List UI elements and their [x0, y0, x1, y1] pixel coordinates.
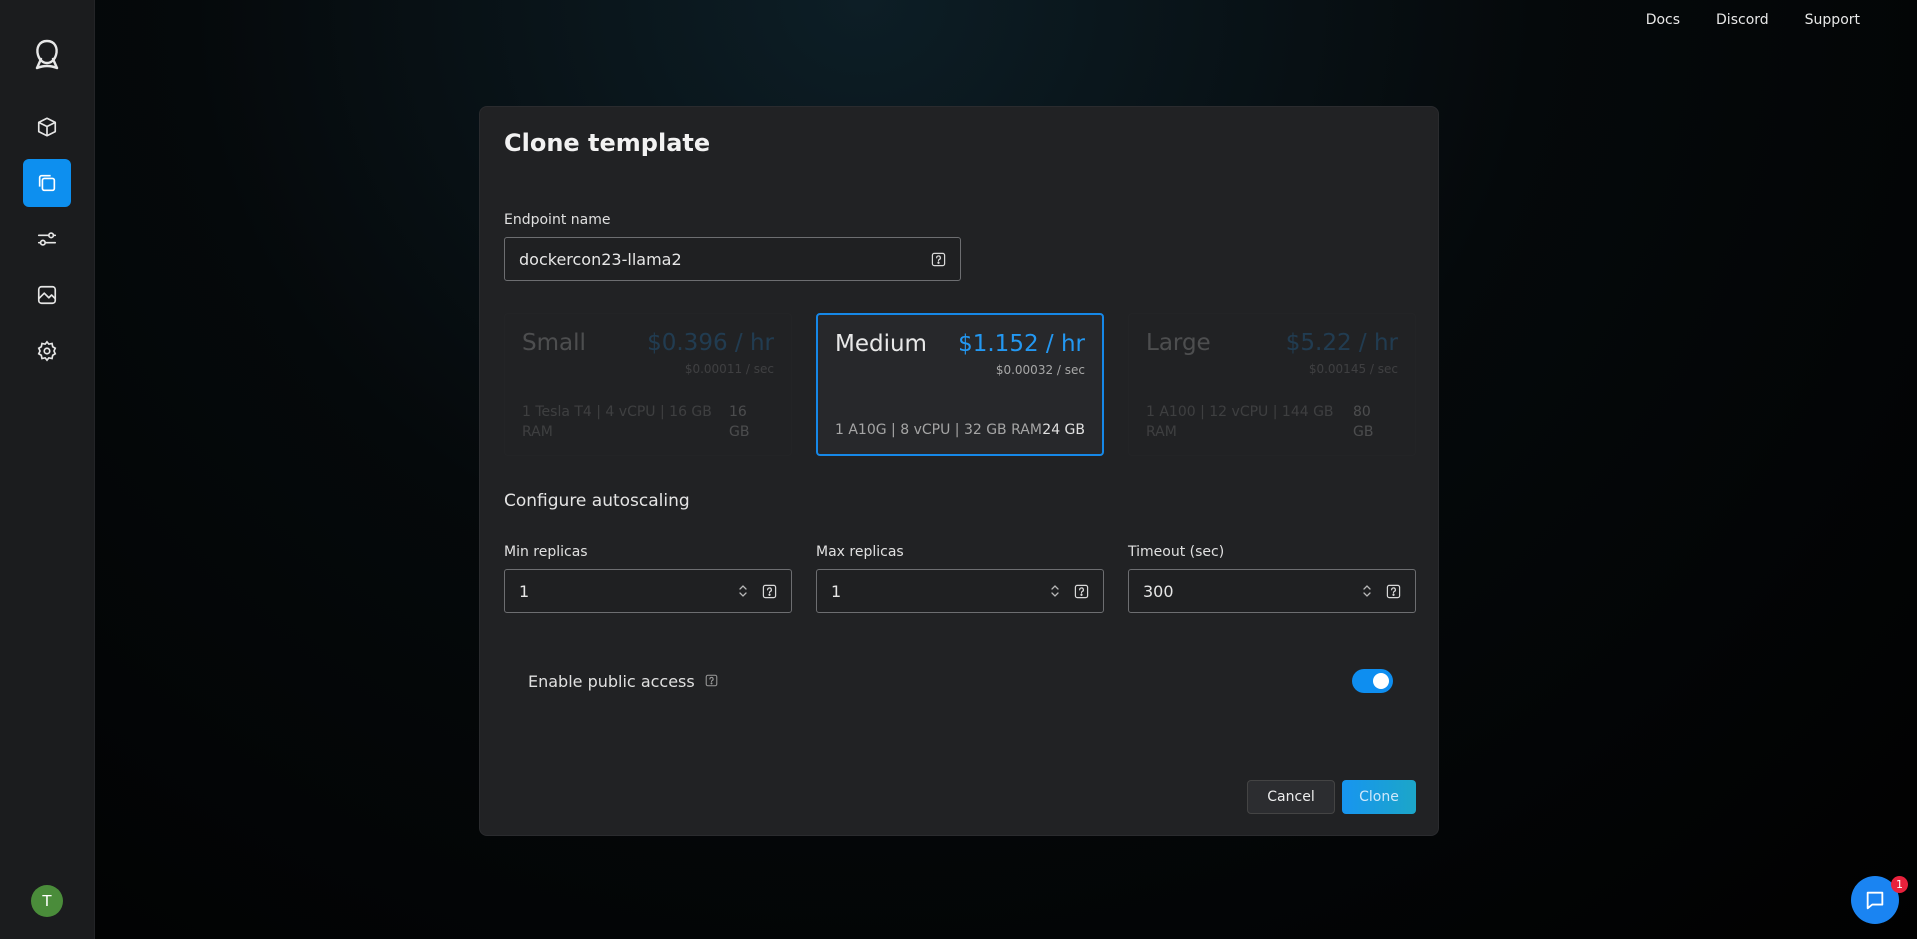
logo-icon[interactable]: [29, 36, 65, 72]
min-replicas-label: Min replicas: [504, 544, 588, 560]
tier-card-large[interactable]: Large $5.22 / hr $0.00145 / sec 1 A100 |…: [1128, 313, 1416, 456]
timeout-input[interactable]: 300: [1128, 569, 1416, 613]
public-access-row: Enable public access: [528, 672, 718, 691]
help-icon[interactable]: [705, 672, 718, 691]
toggle-knob: [1373, 673, 1389, 689]
cancel-button[interactable]: Cancel: [1247, 780, 1335, 814]
tier-price: $1.152 / hr: [958, 331, 1085, 357]
autoscaling-section-title: Configure autoscaling: [504, 491, 690, 511]
tier-vram: 16 GB: [729, 404, 750, 440]
timeout-label: Timeout (sec): [1128, 544, 1225, 560]
chat-notification-badge: 1: [1891, 876, 1908, 893]
tier-name: Small: [522, 330, 586, 356]
tier-card-medium[interactable]: Medium $1.152 / hr $0.00032 / sec 1 A10G…: [816, 313, 1104, 456]
tier-card-small[interactable]: Small $0.396 / hr $0.00011 / sec 1 Tesla…: [504, 313, 792, 456]
tier-price-per-sec: $0.00011 / sec: [684, 362, 774, 376]
tier-vram: 80 GB: [1353, 404, 1374, 440]
tier-specs: 1 A10G | 8 vCPU | 32 GB RAM: [835, 422, 1042, 438]
image-icon: [37, 285, 57, 305]
sidebar-item-models[interactable]: [23, 103, 71, 151]
help-icon[interactable]: [931, 252, 946, 271]
max-replicas-value: 1: [831, 581, 842, 601]
tier-price-per-sec: $0.00145 / sec: [1308, 362, 1398, 376]
endpoint-name-input[interactable]: dockercon23-llama2: [504, 237, 961, 281]
help-icon[interactable]: [762, 584, 777, 603]
tier-specs: 1 A100 | 12 vCPU | 144 GB RAM: [1146, 404, 1334, 440]
public-access-label: Enable public access: [528, 672, 695, 691]
public-access-toggle[interactable]: [1352, 669, 1393, 693]
modal-title: Clone template: [504, 129, 711, 157]
tier-vram: 24 GB: [1042, 422, 1085, 438]
help-icon[interactable]: [1074, 584, 1089, 603]
min-replicas-input[interactable]: 1: [504, 569, 792, 613]
docs-link[interactable]: Docs: [1646, 12, 1680, 28]
sidebar: T: [0, 0, 95, 939]
chat-icon: [1866, 891, 1884, 910]
tier-price: $5.22 / hr: [1285, 330, 1398, 356]
cube-icon: [37, 117, 57, 137]
timeout-value: 300: [1143, 581, 1174, 601]
sidebar-item-settings[interactable]: [23, 327, 71, 375]
clone-button[interactable]: Clone: [1342, 780, 1416, 814]
endpoint-name-value: dockercon23-llama2: [519, 249, 682, 269]
discord-link[interactable]: Discord: [1716, 12, 1769, 28]
sidebar-item-settings-sliders[interactable]: [23, 215, 71, 263]
stepper-icon[interactable]: [1049, 582, 1061, 604]
max-replicas-input[interactable]: 1: [816, 569, 1104, 613]
gear-icon: [37, 340, 57, 362]
support-link[interactable]: Support: [1805, 12, 1860, 28]
tier-price: $0.396 / hr: [647, 330, 774, 356]
endpoint-name-label: Endpoint name: [504, 212, 611, 228]
top-nav: Docs Discord Support: [1646, 12, 1860, 28]
tier-name: Large: [1146, 330, 1211, 356]
templates-icon: [38, 174, 56, 192]
stepper-icon[interactable]: [1361, 582, 1373, 604]
tier-price-per-sec: $0.00032 / sec: [995, 363, 1085, 377]
tier-name: Medium: [835, 331, 927, 357]
help-icon[interactable]: [1386, 584, 1401, 603]
sliders-icon: [37, 232, 57, 246]
clone-template-modal: Clone template Endpoint name dockercon23…: [479, 106, 1439, 836]
sidebar-item-images[interactable]: [23, 271, 71, 319]
min-replicas-value: 1: [519, 581, 530, 601]
tier-specs: 1 Tesla T4 | 4 vCPU | 16 GB RAM: [522, 404, 712, 440]
avatar[interactable]: T: [31, 885, 63, 917]
stepper-icon[interactable]: [737, 582, 749, 604]
sidebar-item-templates[interactable]: [23, 159, 71, 207]
max-replicas-label: Max replicas: [816, 544, 904, 560]
